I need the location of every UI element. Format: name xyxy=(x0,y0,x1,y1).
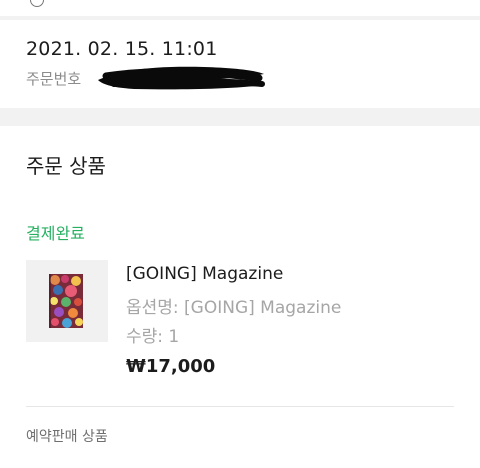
order-products-card: 주문 상품 결제완료 [GOING] Magazine 옵션명: [GOING]… xyxy=(0,126,480,468)
order-header: 2021. 02. 15. 11:01 주문번호 xyxy=(0,20,480,108)
top-strip xyxy=(0,0,480,16)
section-title: 주문 상품 xyxy=(26,154,106,178)
order-number-redaction xyxy=(98,66,265,90)
preorder-label: 예약판매 상품 xyxy=(26,429,108,445)
product-thumbnail[interactable] xyxy=(26,260,108,342)
magazine-cover-image xyxy=(49,274,83,328)
divider xyxy=(26,406,454,407)
product-price: ₩17,000 xyxy=(126,356,216,377)
product-quantity: 수량: 1 xyxy=(126,327,180,347)
order-number-label: 주문번호 xyxy=(26,70,82,88)
product-name[interactable]: [GOING] Magazine xyxy=(126,264,283,284)
order-date: 2021. 02. 15. 11:01 xyxy=(26,38,218,60)
circle-icon[interactable] xyxy=(30,0,44,7)
payment-status: 결제완료 xyxy=(26,224,85,243)
product-option: 옵션명: [GOING] Magazine xyxy=(126,298,342,318)
